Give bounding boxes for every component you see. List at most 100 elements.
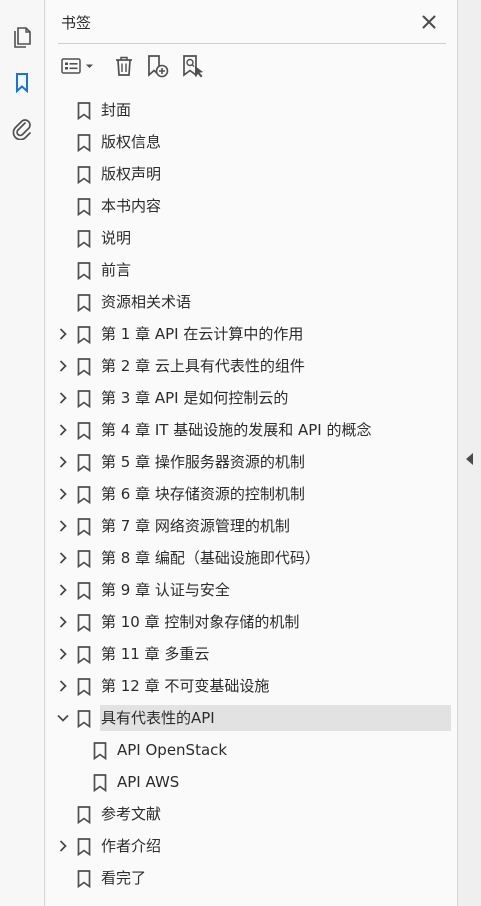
bookmark-row[interactable]: 参考文献	[46, 798, 457, 830]
chevron-right-icon[interactable]	[54, 549, 72, 567]
left-nav-rail	[0, 0, 45, 906]
bookmark-label: API OpenStack	[117, 741, 228, 759]
trash-icon	[116, 56, 132, 76]
bookmark-label: 封面	[101, 101, 132, 119]
bookmark-child-row[interactable]: API OpenStack	[46, 734, 457, 766]
find-bookmark-icon	[183, 55, 203, 78]
bookmark-icon	[75, 645, 93, 665]
bookmark-icon	[75, 709, 93, 729]
chevron-right-icon[interactable]	[54, 517, 72, 535]
bookmark-row[interactable]: 具有代表性的API	[46, 702, 457, 734]
bookmark-icon	[75, 165, 93, 185]
bookmark-child-row[interactable]: API AWS	[46, 766, 457, 798]
bookmark-icon	[91, 773, 109, 793]
new-bookmark-button[interactable]	[142, 52, 172, 80]
delete-bookmark-button[interactable]	[110, 52, 138, 80]
bookmark-label: 资源相关术语	[101, 293, 192, 311]
header-divider	[58, 43, 446, 44]
right-panel-strip	[457, 0, 481, 906]
close-icon	[422, 15, 436, 29]
bookmark-label: 说明	[101, 229, 132, 247]
triangle-left-icon	[466, 453, 473, 465]
bookmark-row[interactable]: 第 7 章 网络资源管理的机制	[46, 510, 457, 542]
chevron-right-icon[interactable]	[54, 389, 72, 407]
chevron-right-icon[interactable]	[54, 837, 72, 855]
bookmark-label: 第 4 章 IT 基础设施的发展和 API 的概念	[101, 421, 372, 439]
bookmark-label: 第 9 章 认证与安全	[101, 581, 230, 599]
bookmark-row[interactable]: 说明	[46, 222, 457, 254]
bookmark-label: 具有代表性的API	[101, 709, 215, 727]
chevron-right-icon[interactable]	[54, 645, 72, 663]
bookmark-row[interactable]: 版权声明	[46, 158, 457, 190]
pages-icon	[14, 27, 31, 48]
bookmark-row[interactable]: 第 12 章 不可变基础设施	[46, 670, 457, 702]
bookmarks-button[interactable]	[6, 66, 38, 98]
bookmark-row[interactable]: 第 11 章 多重云	[46, 638, 457, 670]
chevron-down-icon[interactable]	[54, 709, 72, 727]
bookmark-from-selection-button[interactable]	[178, 52, 208, 80]
pages-button[interactable]	[6, 20, 38, 52]
chevron-right-icon[interactable]	[54, 453, 72, 471]
bookmark-icon	[75, 581, 93, 601]
bookmark-label: 第 7 章 网络资源管理的机制	[101, 517, 290, 535]
bookmark-label: 第 8 章 编配（基础设施即代码）	[101, 549, 320, 567]
bookmarks-panel: 书签 封面 版权信息 版权声明 本书内容 说明 前言 资源相关术语 第 1 章 …	[46, 0, 457, 906]
bookmark-label: 作者介绍	[101, 837, 162, 855]
bookmark-row[interactable]: 第 3 章 API 是如何控制云的	[46, 382, 457, 414]
bookmark-icon	[75, 805, 93, 825]
bookmark-icon	[75, 421, 93, 441]
bookmark-icon	[75, 197, 93, 217]
bookmarks-icon	[16, 73, 28, 94]
bookmark-icon	[75, 453, 93, 473]
bookmark-icon	[75, 549, 93, 569]
chevron-right-icon[interactable]	[54, 581, 72, 599]
bookmark-label: API AWS	[117, 773, 180, 791]
bookmark-label: 版权声明	[101, 165, 162, 183]
bookmark-icon	[75, 837, 93, 857]
bookmark-icon	[75, 261, 93, 281]
bookmark-row[interactable]: 第 4 章 IT 基础设施的发展和 API 的概念	[46, 414, 457, 446]
chevron-right-icon[interactable]	[54, 357, 72, 375]
chevron-right-icon[interactable]	[54, 325, 72, 343]
bookmark-icon	[75, 101, 93, 121]
bookmark-icon	[75, 325, 93, 345]
chevron-right-icon[interactable]	[54, 485, 72, 503]
chevron-right-icon[interactable]	[54, 613, 72, 631]
bookmark-icon	[75, 229, 93, 249]
bookmark-row[interactable]: 第 2 章 云上具有代表性的组件	[46, 350, 457, 382]
list-options-icon	[61, 58, 93, 74]
bookmark-row[interactable]: 第 10 章 控制对象存储的机制	[46, 606, 457, 638]
attachments-button[interactable]	[6, 112, 38, 144]
add-bookmark-icon	[148, 55, 169, 78]
bookmark-label: 第 11 章 多重云	[101, 645, 210, 663]
options-menu-button[interactable]	[58, 52, 98, 80]
bookmark-row[interactable]: 第 6 章 块存储资源的控制机制	[46, 478, 457, 510]
bookmark-row[interactable]: 看完了	[46, 862, 457, 894]
bookmark-row[interactable]: 前言	[46, 254, 457, 286]
bookmark-label: 第 2 章 云上具有代表性的组件	[101, 357, 305, 375]
bookmark-row[interactable]: 本书内容	[46, 190, 457, 222]
bookmark-icon	[75, 133, 93, 153]
panel-title: 书签	[61, 14, 92, 32]
bookmark-icon	[75, 613, 93, 633]
collapse-panel-button[interactable]	[463, 451, 477, 467]
bookmark-icon	[75, 389, 93, 409]
chevron-right-icon[interactable]	[54, 421, 72, 439]
bookmark-icon	[75, 357, 93, 377]
chevron-right-icon[interactable]	[54, 677, 72, 695]
bookmark-row[interactable]: 封面	[46, 94, 457, 126]
bookmark-icon	[75, 869, 93, 889]
bookmark-row[interactable]: 第 1 章 API 在云计算中的作用	[46, 318, 457, 350]
bookmark-row[interactable]: 作者介绍	[46, 830, 457, 862]
bookmark-row[interactable]: 第 9 章 认证与安全	[46, 574, 457, 606]
bookmark-icon	[91, 741, 109, 761]
bookmark-label: 第 12 章 不可变基础设施	[101, 677, 270, 695]
bookmark-label: 第 10 章 控制对象存储的机制	[101, 613, 300, 631]
bookmark-label: 第 6 章 块存储资源的控制机制	[101, 485, 305, 503]
bookmarks-toolbar	[46, 48, 457, 84]
bookmark-row[interactable]: 资源相关术语	[46, 286, 457, 318]
bookmark-row[interactable]: 第 8 章 编配（基础设施即代码）	[46, 542, 457, 574]
close-panel-button[interactable]	[417, 10, 441, 34]
bookmark-row[interactable]: 版权信息	[46, 126, 457, 158]
bookmark-row[interactable]: 第 5 章 操作服务器资源的机制	[46, 446, 457, 478]
